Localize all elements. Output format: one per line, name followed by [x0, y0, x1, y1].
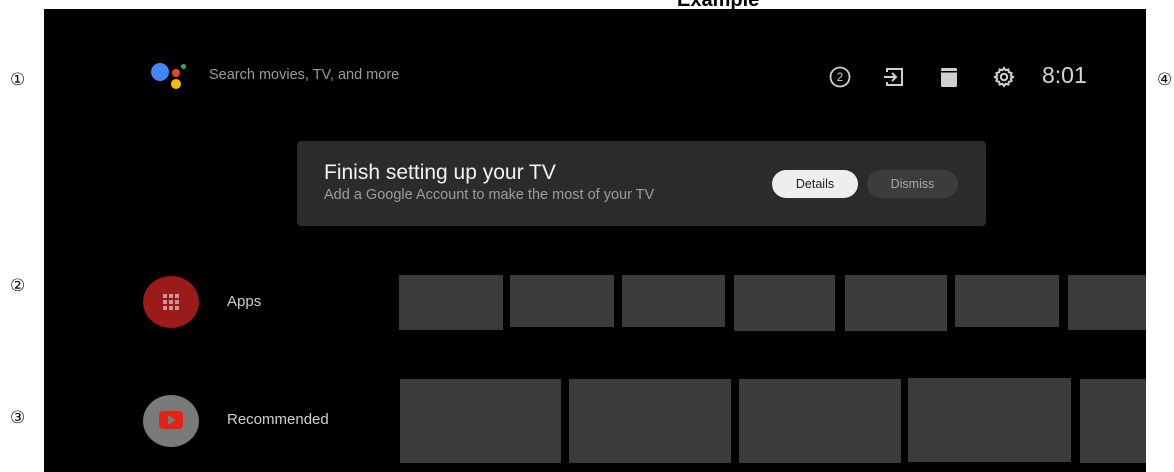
marker-2: ②: [10, 276, 26, 296]
assistant-red-dot: [172, 69, 180, 77]
app-tile[interactable]: [622, 275, 725, 327]
assistant-green-dot: [181, 64, 186, 69]
app-tile[interactable]: [734, 275, 835, 331]
settings-icon[interactable]: [992, 65, 1016, 89]
apps-row-icon[interactable]: [143, 276, 199, 328]
app-tile[interactable]: [955, 275, 1059, 327]
recommended-tile[interactable]: [569, 379, 731, 463]
search-input[interactable]: Search movies, TV, and more: [209, 67, 399, 83]
app-tile[interactable]: [845, 275, 947, 331]
marker-1: ①: [10, 70, 26, 90]
recommended-row-icon[interactable]: [143, 395, 199, 447]
apps-grid-icon: [163, 294, 179, 310]
input-source-icon[interactable]: [882, 65, 906, 89]
assistant-yellow-dot: [171, 79, 181, 89]
setup-notification-card: Finish setting up your TV Add a Google A…: [297, 141, 986, 226]
marker-3: ③: [10, 408, 26, 428]
google-assistant-icon[interactable]: [148, 61, 186, 91]
app-tile[interactable]: [1068, 275, 1146, 330]
dismiss-button[interactable]: Dismiss: [867, 170, 958, 198]
details-button[interactable]: Details: [772, 170, 858, 198]
tv-screen: Search movies, TV, and more 2 8:01 Finis…: [44, 9, 1146, 472]
recommended-tile[interactable]: [908, 378, 1071, 462]
assistant-blue-dot: [151, 63, 169, 81]
notifications-count-icon[interactable]: 2: [828, 65, 852, 89]
recommended-tile[interactable]: [1080, 379, 1146, 463]
app-tile[interactable]: [510, 275, 614, 327]
marker-4: ④: [1157, 70, 1173, 90]
clock: 8:01: [1042, 62, 1087, 88]
recommended-row-label: Recommended: [227, 411, 329, 428]
youtube-icon: [159, 411, 183, 429]
setup-subtitle: Add a Google Account to make the most of…: [324, 187, 655, 203]
notification-count: 2: [837, 72, 843, 84]
app-tile[interactable]: [399, 275, 503, 330]
recommended-tile[interactable]: [400, 379, 561, 463]
bookmark-icon[interactable]: [937, 65, 961, 89]
setup-title: Finish setting up your TV: [324, 161, 556, 184]
apps-row-label: Apps: [227, 293, 262, 310]
recommended-tile[interactable]: [739, 379, 901, 463]
